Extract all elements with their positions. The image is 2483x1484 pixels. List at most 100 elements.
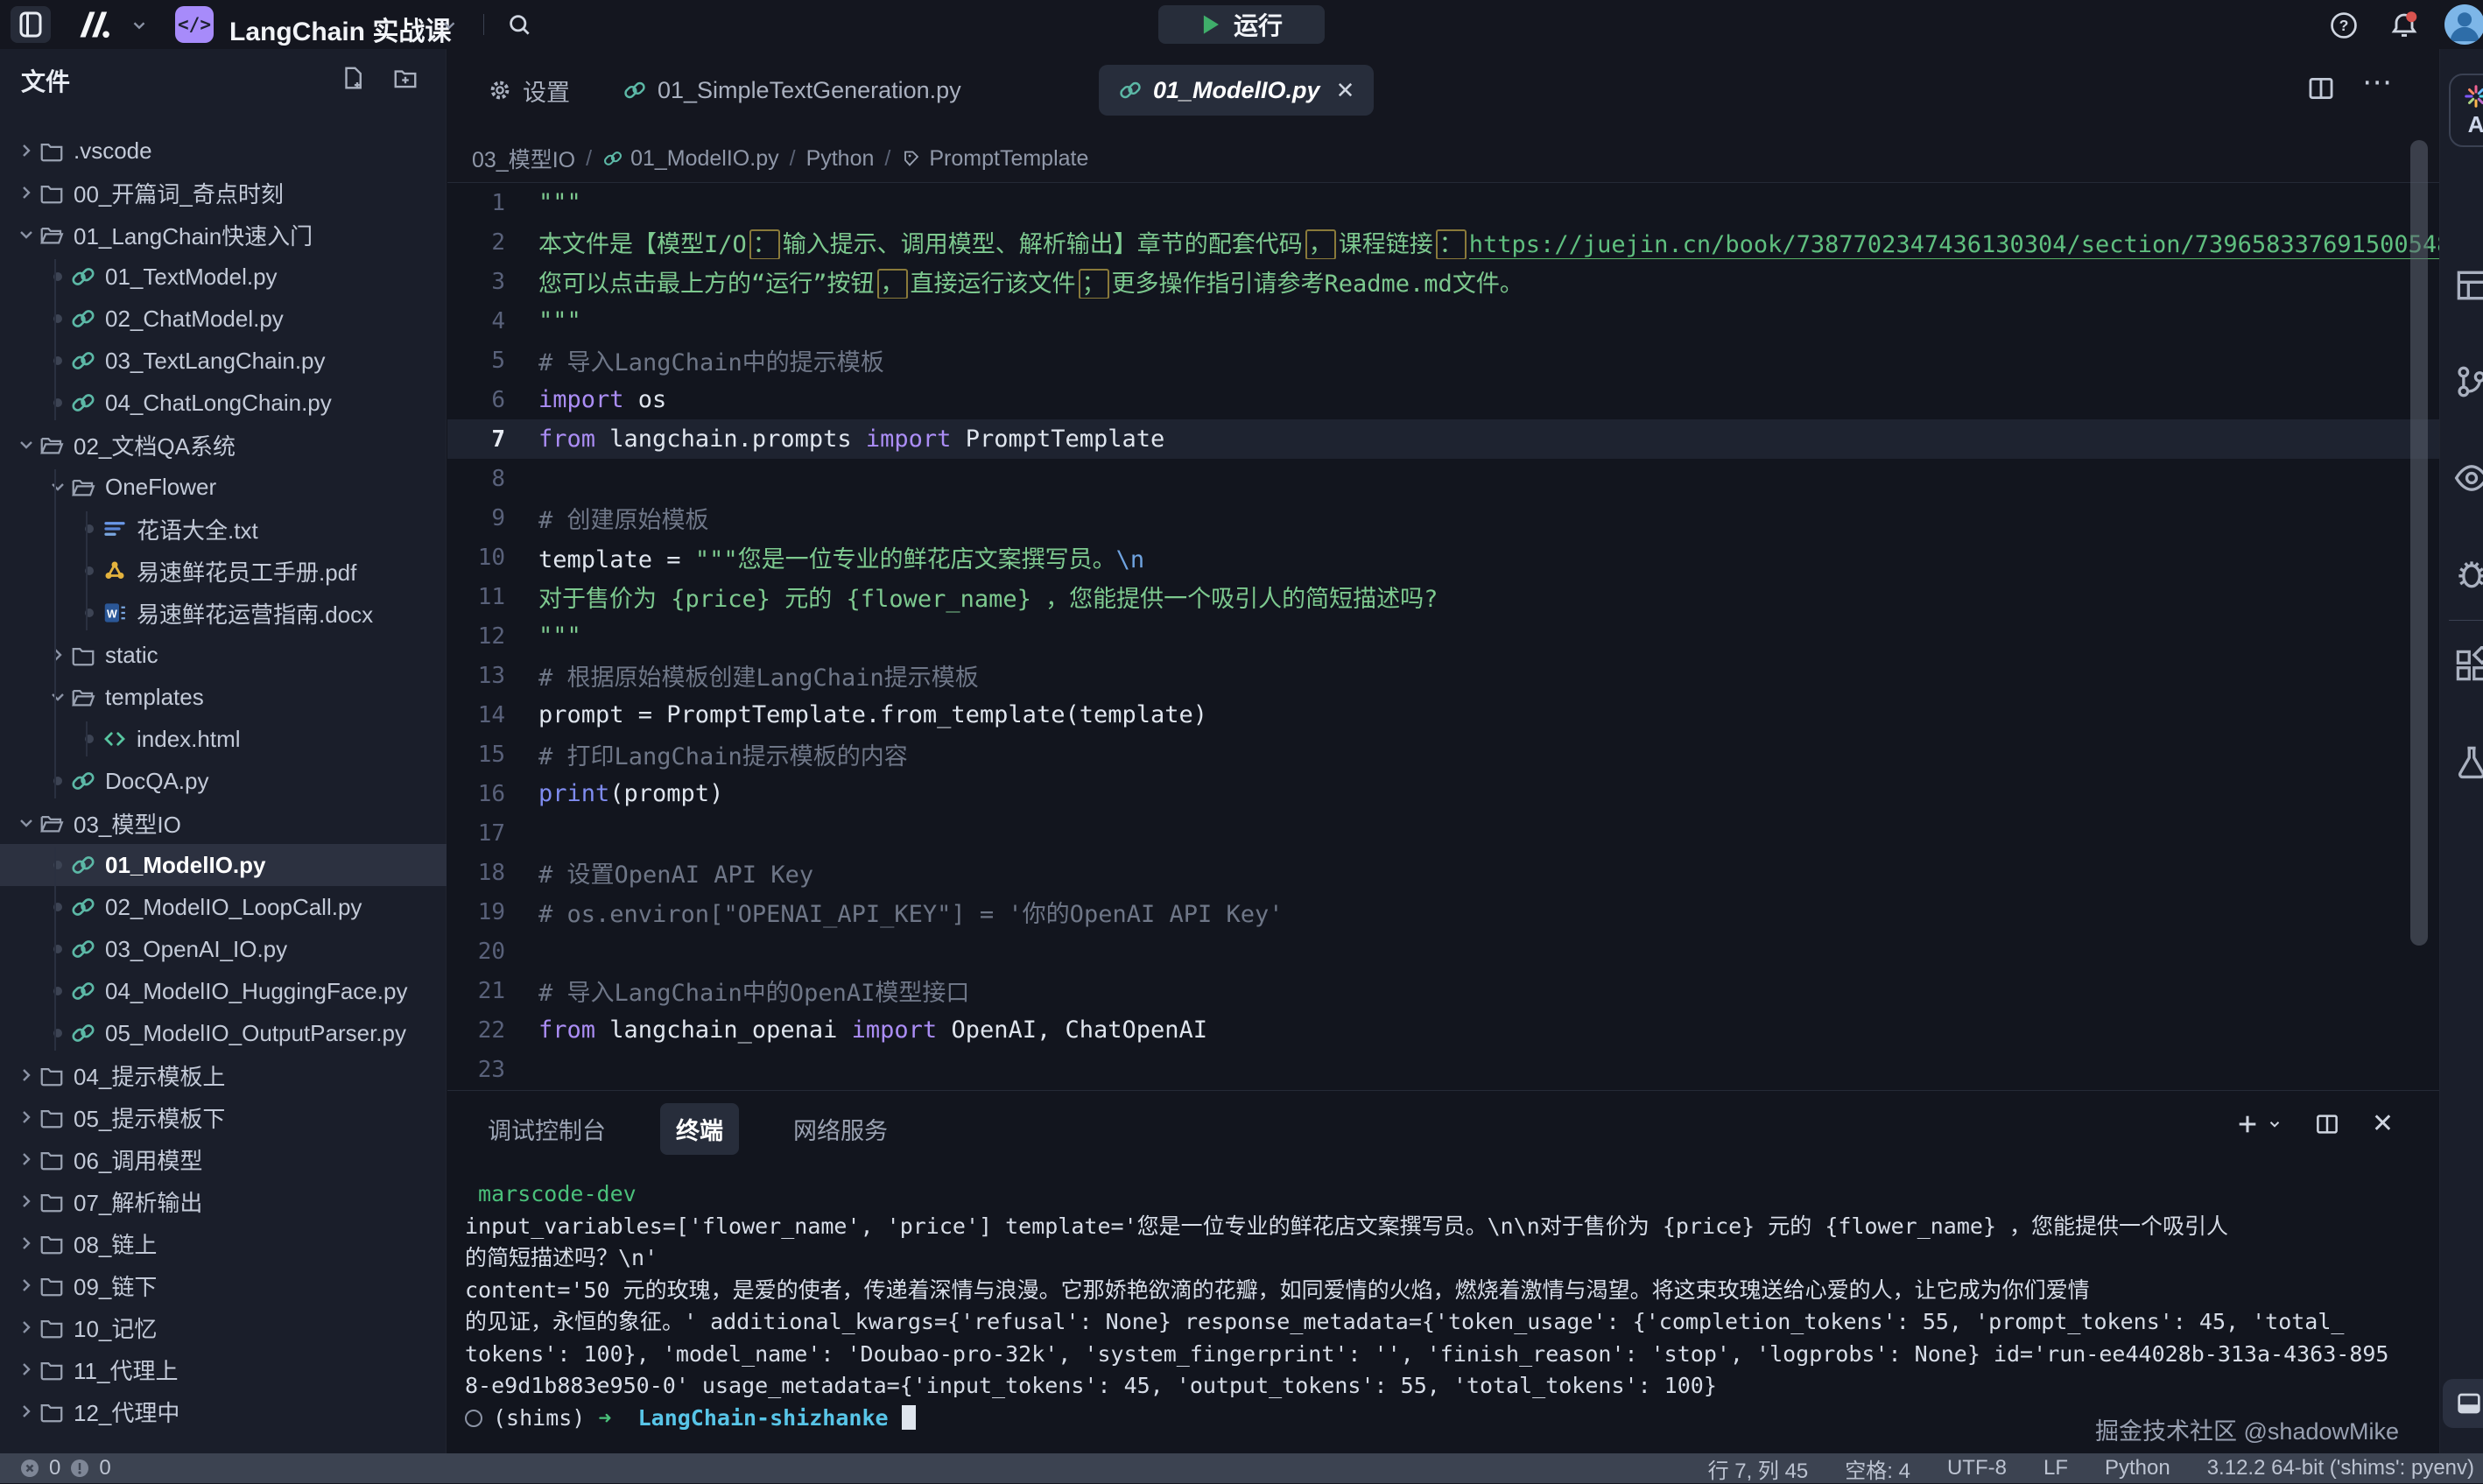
code-editor[interactable]: 1"""2本文件是【模型I/O：输入提示、调用模型、解析输出】章节的配套代码，课… bbox=[447, 182, 2439, 1138]
panel-actions: ✕ bbox=[2235, 1108, 2394, 1139]
chevron-down-icon[interactable] bbox=[14, 224, 39, 245]
vertical-scrollbar[interactable] bbox=[2410, 140, 2428, 946]
chevron-down-icon[interactable] bbox=[46, 476, 70, 497]
status-item[interactable]: LF bbox=[2043, 1456, 2068, 1480]
tree-item-易速鲜花员工手册.pdf[interactable]: 易速鲜花员工手册.pdf bbox=[0, 550, 447, 592]
chevron-right-icon[interactable] bbox=[14, 1233, 39, 1254]
tree-item-易速鲜花运营指南.docx[interactable]: W易速鲜花运营指南.docx bbox=[0, 592, 447, 634]
chevron-down-icon[interactable] bbox=[14, 434, 39, 455]
tree-item-10_记忆[interactable]: 10_记忆 bbox=[0, 1306, 447, 1348]
tree-item-11_代理上[interactable]: 11_代理上 bbox=[0, 1348, 447, 1390]
debug-bug-icon[interactable] bbox=[2452, 555, 2483, 594]
tree-item-03_模型IO[interactable]: 03_模型IO bbox=[0, 802, 447, 844]
editor-tab-01_SimpleTextGeneration.py[interactable]: 01_SimpleTextGeneration.py bbox=[603, 65, 981, 116]
run-button[interactable]: 运行 bbox=[1158, 5, 1325, 44]
tree-item-label: 07_解析输出 bbox=[74, 1185, 202, 1218]
watch-eye-icon[interactable] bbox=[2452, 459, 2483, 497]
tree-item-09_链下[interactable]: 09_链下 bbox=[0, 1264, 447, 1306]
tree-item-01_ModelIO.py[interactable]: 01_ModelIO.py bbox=[0, 844, 447, 886]
terminal-output[interactable]: marscode-devinput_variables=['flower_nam… bbox=[465, 1178, 2426, 1450]
tree-item-index.html[interactable]: index.html bbox=[0, 718, 447, 760]
help-icon[interactable]: ? bbox=[2329, 11, 2359, 40]
bottom-panel: 调试控制台终端网络服务 ✕ marscode-devinput_variable… bbox=[447, 1090, 2439, 1453]
tree-item-02_ModelIO_LoopCall.py[interactable]: 02_ModelIO_LoopCall.py bbox=[0, 886, 447, 928]
problems-summary[interactable]: 0 0 bbox=[19, 1456, 111, 1480]
toggle-panel-button[interactable] bbox=[2443, 1379, 2483, 1428]
more-actions-icon[interactable]: ⋯ bbox=[2362, 65, 2394, 100]
tree-item-OneFlower[interactable]: OneFlower bbox=[0, 466, 447, 508]
folder-icon bbox=[39, 137, 65, 164]
extensions-icon[interactable] bbox=[2452, 646, 2483, 685]
ai-assistant-button[interactable]: A bbox=[2449, 74, 2483, 147]
search-icon[interactable] bbox=[506, 11, 532, 38]
tree-item-02_文档QA系统[interactable]: 02_文档QA系统 bbox=[0, 424, 447, 466]
status-item[interactable]: 3.12.2 64-bit ('shims': pyenv) bbox=[2207, 1456, 2474, 1480]
chevron-right-icon[interactable] bbox=[14, 1275, 39, 1296]
chevron-right-icon[interactable] bbox=[14, 1065, 39, 1086]
chevron-right-icon[interactable] bbox=[14, 1401, 39, 1422]
status-item[interactable]: 空格: 4 bbox=[1845, 1453, 1910, 1484]
tree-item-02_ChatModel.py[interactable]: 02_ChatModel.py bbox=[0, 298, 447, 340]
tree-item-07_解析输出[interactable]: 07_解析输出 bbox=[0, 1180, 447, 1222]
chevron-right-icon[interactable] bbox=[14, 1191, 39, 1212]
source-control-icon[interactable] bbox=[2452, 362, 2483, 401]
code-line-22: 22from langchain_openai import OpenAI, C… bbox=[447, 1010, 2439, 1050]
test-flask-icon[interactable] bbox=[2452, 742, 2483, 781]
workspace-chevron-icon[interactable] bbox=[130, 16, 149, 35]
chevron-right-icon[interactable] bbox=[14, 182, 39, 203]
chevron-right-icon[interactable] bbox=[46, 644, 70, 665]
tree-item-12_代理中[interactable]: 12_代理中 bbox=[0, 1390, 447, 1432]
close-tab-icon[interactable]: ✕ bbox=[1336, 77, 1355, 104]
tree-item-04_ModelIO_HuggingFace.py[interactable]: 04_ModelIO_HuggingFace.py bbox=[0, 970, 447, 1012]
status-item[interactable]: Python bbox=[2105, 1456, 2170, 1480]
tree-item-templates[interactable]: templates bbox=[0, 676, 447, 718]
project-chevron-icon[interactable] bbox=[440, 16, 459, 35]
user-avatar[interactable] bbox=[2444, 4, 2483, 45]
tree-item-DocQA.py[interactable]: DocQA.py bbox=[0, 760, 447, 802]
breadcrumb-item-Python[interactable]: Python bbox=[806, 146, 875, 172]
tree-item-05_提示模板下[interactable]: 05_提示模板下 bbox=[0, 1096, 447, 1138]
tree-item-05_ModelIO_OutputParser.py[interactable]: 05_ModelIO_OutputParser.py bbox=[0, 1012, 447, 1054]
status-item[interactable]: 行 7, 列 45 bbox=[1708, 1453, 1809, 1484]
breadcrumb-item-03_模型IO[interactable]: 03_模型IO bbox=[472, 143, 575, 174]
chevron-right-icon[interactable] bbox=[14, 1359, 39, 1380]
new-folder-icon[interactable] bbox=[392, 65, 419, 91]
chevron-right-icon[interactable] bbox=[14, 140, 39, 161]
tree-item-花语大全.txt[interactable]: 花语大全.txt bbox=[0, 508, 447, 550]
split-panel-icon[interactable] bbox=[2314, 1111, 2340, 1137]
marscode-logo[interactable] bbox=[74, 7, 112, 42]
tree-item-03_OpenAI_IO.py[interactable]: 03_OpenAI_IO.py bbox=[0, 928, 447, 970]
layout-icon[interactable] bbox=[2452, 266, 2483, 305]
panel-tab-终端[interactable]: 终端 bbox=[660, 1103, 739, 1155]
chevron-right-icon[interactable] bbox=[14, 1317, 39, 1338]
tree-item-static[interactable]: static bbox=[0, 634, 447, 676]
tree-item-08_链上[interactable]: 08_链上 bbox=[0, 1222, 447, 1264]
tree-item-01_TextModel.py[interactable]: 01_TextModel.py bbox=[0, 256, 447, 298]
tree-item-label: 08_链上 bbox=[74, 1227, 157, 1260]
panel-tab-调试控制台[interactable]: 调试控制台 bbox=[472, 1103, 622, 1155]
breadcrumb-item-01_ModelIO.py[interactable]: 01_ModelIO.py bbox=[602, 146, 779, 172]
breadcrumb-item-PromptTemplate[interactable]: PromptTemplate bbox=[901, 146, 1088, 172]
chevron-down-icon[interactable] bbox=[2267, 1116, 2283, 1132]
editor-tab-01_ModelIO.py[interactable]: 01_ModelIO.py✕ bbox=[1099, 65, 1374, 116]
sidebar-toggle-button[interactable] bbox=[11, 6, 51, 43]
chevron-right-icon[interactable] bbox=[14, 1149, 39, 1170]
chevron-down-icon[interactable] bbox=[46, 686, 70, 707]
panel-tab-网络服务[interactable]: 网络服务 bbox=[777, 1103, 904, 1155]
tree-item-04_提示模板上[interactable]: 04_提示模板上 bbox=[0, 1054, 447, 1096]
tree-item-04_ChatLongChain.py[interactable]: 04_ChatLongChain.py bbox=[0, 382, 447, 424]
status-item[interactable]: UTF-8 bbox=[1947, 1456, 2007, 1480]
chevron-right-icon[interactable] bbox=[14, 1107, 39, 1128]
tree-item-00_开篇词_奇点时刻[interactable]: 00_开篇词_奇点时刻 bbox=[0, 172, 447, 214]
new-terminal-button[interactable] bbox=[2235, 1112, 2283, 1136]
close-panel-icon[interactable]: ✕ bbox=[2372, 1108, 2394, 1139]
editor-tab-设置[interactable]: 设置 bbox=[468, 65, 589, 116]
tree-item-03_TextLangChain.py[interactable]: 03_TextLangChain.py bbox=[0, 340, 447, 382]
new-file-icon[interactable] bbox=[340, 65, 366, 91]
tree-item-01_LangChain快速入门[interactable]: 01_LangChain快速入门 bbox=[0, 214, 447, 256]
chevron-down-icon[interactable] bbox=[14, 812, 39, 833]
notifications-bell-icon[interactable] bbox=[2388, 10, 2420, 41]
split-editor-icon[interactable] bbox=[2306, 74, 2336, 103]
tree-item-06_调用模型[interactable]: 06_调用模型 bbox=[0, 1138, 447, 1180]
tree-item-.vscode[interactable]: .vscode bbox=[0, 130, 447, 172]
